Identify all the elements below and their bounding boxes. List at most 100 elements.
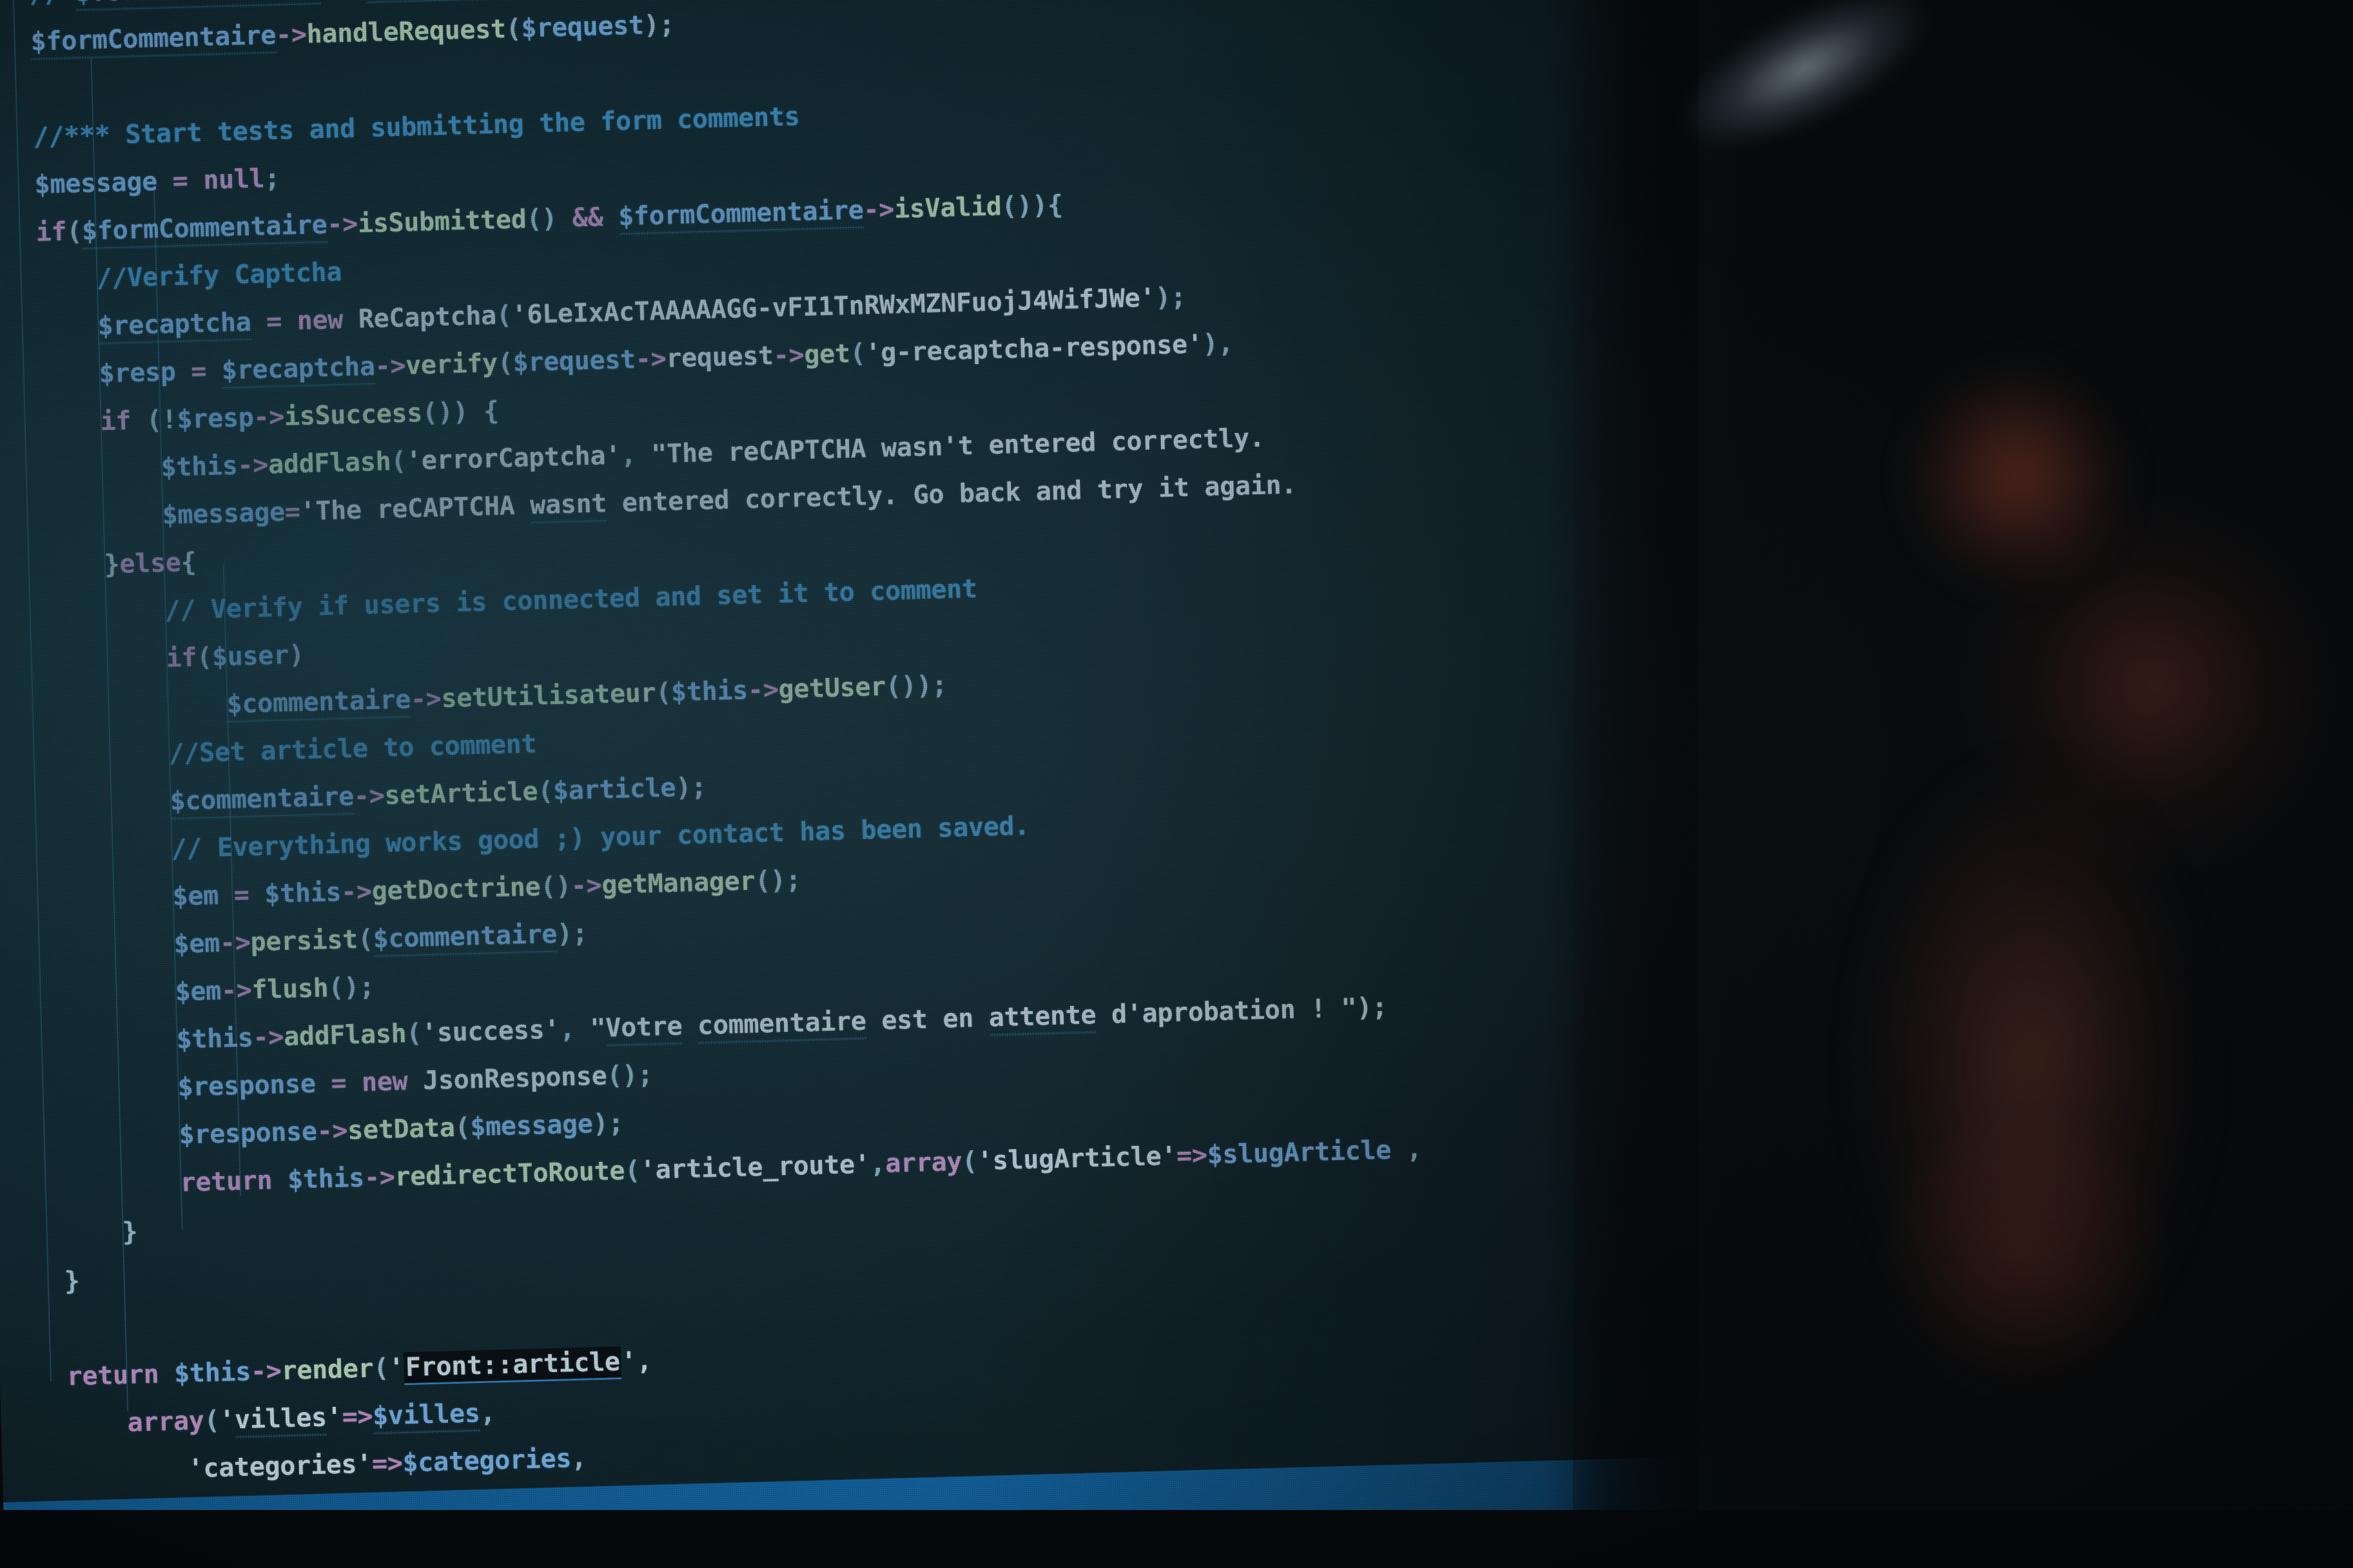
code-token: $commentaire: [366, 0, 551, 4]
code-token: getDoctrine: [371, 872, 541, 907]
code-token: $em: [173, 928, 220, 960]
code-token: addFlash: [268, 447, 391, 480]
code-token: ,: [620, 440, 652, 470]
code-line[interactable]: 'categories'=>$categories,: [188, 1443, 587, 1484]
code-token: $em: [172, 880, 219, 912]
code-token: Front::article: [404, 1346, 622, 1384]
code-token: attente: [988, 1000, 1097, 1037]
code-token: ->: [747, 675, 779, 706]
code-token: $formCommentaire: [30, 20, 277, 61]
code-token: ,: [571, 1443, 587, 1474]
code-token: entered correctly. Go back and try it ag…: [606, 470, 1297, 519]
code-line[interactable]: $response->setData($message);: [179, 1108, 624, 1150]
code-token: //*** Start tests and submitting the for…: [33, 101, 800, 153]
code-token: =>: [371, 1448, 404, 1479]
code-line[interactable]: if($formCommentaire->isSubmitted() && $f…: [35, 190, 1063, 251]
code-token: $formCommentaire: [75, 0, 322, 12]
code-token: ->: [253, 402, 285, 432]
code-line[interactable]: return $this->redirectToRoute('article_r…: [180, 1134, 1422, 1198]
code-token: =: [320, 0, 367, 1]
code-token: (!: [130, 405, 178, 436]
code-token: =: [315, 1067, 362, 1099]
code-token: (): [540, 871, 572, 902]
code-token: );: [556, 918, 589, 949]
code-line[interactable]: // Verify if users is connected and set …: [164, 574, 977, 626]
code-token: );: [675, 772, 707, 803]
code-token: villes: [234, 1402, 327, 1439]
code-token: null: [202, 164, 265, 195]
code-token: ->: [219, 927, 251, 958]
code-token: $this: [670, 675, 748, 708]
code-token: $this: [161, 450, 239, 483]
code-line[interactable]: $message = null;: [34, 164, 280, 200]
code-line[interactable]: //*** Start tests and submitting the for…: [33, 101, 800, 153]
code-line[interactable]: }else{: [104, 547, 197, 579]
code-line[interactable]: $recaptcha = new ReCaptcha('6LeIxAcTAAAA…: [97, 282, 1186, 345]
code-token: $formCommentaire: [81, 209, 328, 251]
code-token: (: [496, 300, 513, 331]
code-line[interactable]: $em->flush();: [175, 972, 375, 1007]
code-token: setData: [347, 1112, 456, 1146]
code-line[interactable]: $formCommentaire->handleRequest($request…: [30, 10, 675, 61]
code-token: $formCommentaire: [618, 195, 864, 236]
code-token: $recaptcha: [97, 307, 252, 345]
code-token: (: [505, 14, 522, 44]
code-line[interactable]: $message='The reCAPTCHA wasnt entered co…: [162, 470, 1297, 530]
code-line[interactable]: return $this->render('Front::article',: [66, 1346, 652, 1392]
code-token: ,: [559, 1014, 591, 1045]
code-token: (: [357, 924, 374, 954]
indent-guide: [90, 58, 129, 1411]
code-token: return: [180, 1165, 273, 1198]
code-line[interactable]: $em->persist($commentaire);: [173, 918, 589, 960]
code-token: if: [166, 643, 197, 673]
code-line[interactable]: // Everything works good ;) your contact…: [171, 811, 1030, 864]
code-token: wasnt: [529, 489, 607, 525]
code-token: 'success': [421, 1014, 560, 1049]
code-line[interactable]: }: [122, 1217, 138, 1247]
code-line[interactable]: $resp = $recaptcha->verify($request->req…: [99, 329, 1234, 390]
code-line[interactable]: if($user): [166, 640, 304, 673]
code-line[interactable]: $em = $this->getDoctrine()->getManager()…: [172, 865, 801, 912]
code-editor[interactable]: // $formCommentaire = $commentaire$formC…: [0, 0, 1937, 1503]
code-token: ->: [326, 209, 358, 240]
code-line[interactable]: //Set article to comment: [168, 729, 537, 768]
code-token: {: [180, 547, 197, 578]
code-line[interactable]: $response = new JsonResponse();: [177, 1060, 653, 1103]
code-token: // Everything works good ;) your contact…: [171, 811, 1030, 864]
code-line[interactable]: }: [64, 1266, 80, 1297]
code-line[interactable]: $this->addFlash('success', "Votre commen…: [176, 992, 1387, 1055]
code-token: redirectToRoute: [394, 1156, 625, 1192]
code-token: (: [655, 677, 672, 708]
code-token: getManager: [601, 866, 756, 900]
code-token: ->: [410, 684, 442, 715]
code-token: ': [326, 1402, 343, 1433]
code-token: setUtilisateur: [440, 678, 656, 714]
code-token: new: [361, 1066, 408, 1098]
code-token: (: [454, 1112, 471, 1143]
code-line[interactable]: $commentaire->setUtilisateur($this->getU…: [226, 670, 948, 724]
code-token: ->: [252, 1022, 284, 1053]
code-token: (: [390, 446, 407, 477]
code-token: $this: [176, 1023, 254, 1055]
code-token: (: [203, 1406, 220, 1436]
code-line[interactable]: $this->addFlash('errorCaptcha', "The reC…: [161, 423, 1265, 483]
code-token: ': [219, 1405, 235, 1435]
code-token: ': [388, 1353, 405, 1383]
code-token: ->: [364, 1162, 396, 1193]
code-token: $request: [520, 10, 645, 44]
code-line[interactable]: //Verify Captcha: [96, 257, 342, 293]
code-token: if: [100, 406, 132, 437]
code-line[interactable]: array('villes'=>$villes,: [127, 1398, 496, 1439]
code-token: get: [803, 338, 851, 370]
code-token: $response: [179, 1116, 318, 1150]
code-token: setArticle: [384, 777, 538, 811]
code-token: $recaptcha: [221, 351, 376, 390]
code-line[interactable]: $commentaire->setArticle($article);: [170, 772, 707, 820]
monitor-screen: Fichier Projet // $formCommentaire = $co…: [0, 0, 1939, 1568]
code-token: (: [497, 348, 514, 378]
code-line[interactable]: // $formCommentaire = $commentaire: [29, 0, 551, 12]
